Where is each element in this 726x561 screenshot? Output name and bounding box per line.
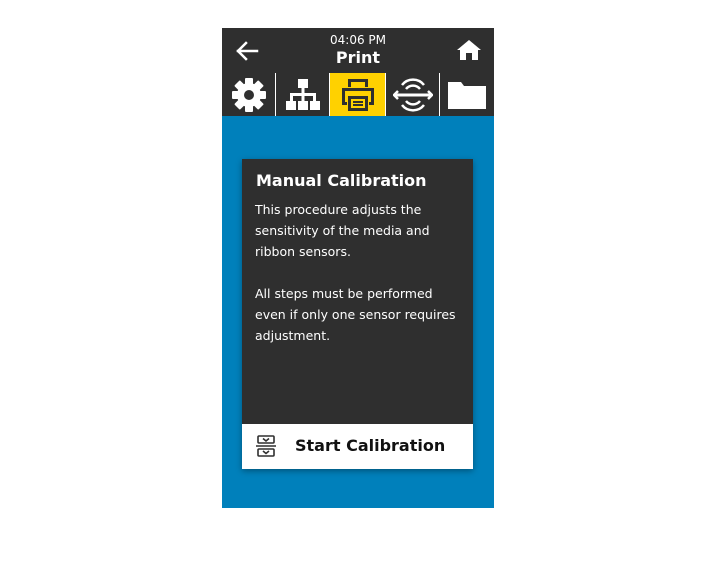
tab-connectivity[interactable] bbox=[386, 73, 440, 116]
header-bar: 04:06 PM Print bbox=[222, 28, 494, 73]
home-button[interactable] bbox=[454, 36, 484, 64]
tab-print[interactable] bbox=[330, 73, 386, 116]
dialog-body: This procedure adjusts the sensitivity o… bbox=[255, 199, 467, 367]
dialog-paragraph-1: This procedure adjusts the sensitivity o… bbox=[255, 202, 430, 259]
printer-screen: 04:06 PM Print Manual Calibration This p… bbox=[222, 28, 494, 508]
tab-network[interactable] bbox=[276, 73, 330, 116]
start-calibration-button[interactable]: Start Calibration bbox=[242, 424, 473, 469]
calibration-icon bbox=[256, 435, 276, 457]
tab-storage[interactable] bbox=[440, 73, 494, 116]
folder-icon bbox=[448, 81, 486, 109]
network-icon bbox=[285, 78, 320, 110]
dialog-title: Manual Calibration bbox=[256, 171, 427, 190]
manual-calibration-dialog: Manual Calibration This procedure adjust… bbox=[242, 159, 473, 469]
home-icon bbox=[457, 40, 481, 60]
gear-icon bbox=[231, 77, 266, 112]
printer-icon bbox=[341, 78, 374, 111]
dialog-paragraph-2: All steps must be performed even if only… bbox=[255, 286, 456, 343]
wireless-signal-icon bbox=[392, 77, 433, 112]
tab-bar bbox=[222, 73, 494, 116]
start-calibration-label: Start Calibration bbox=[295, 436, 446, 455]
tab-settings[interactable] bbox=[222, 73, 276, 116]
